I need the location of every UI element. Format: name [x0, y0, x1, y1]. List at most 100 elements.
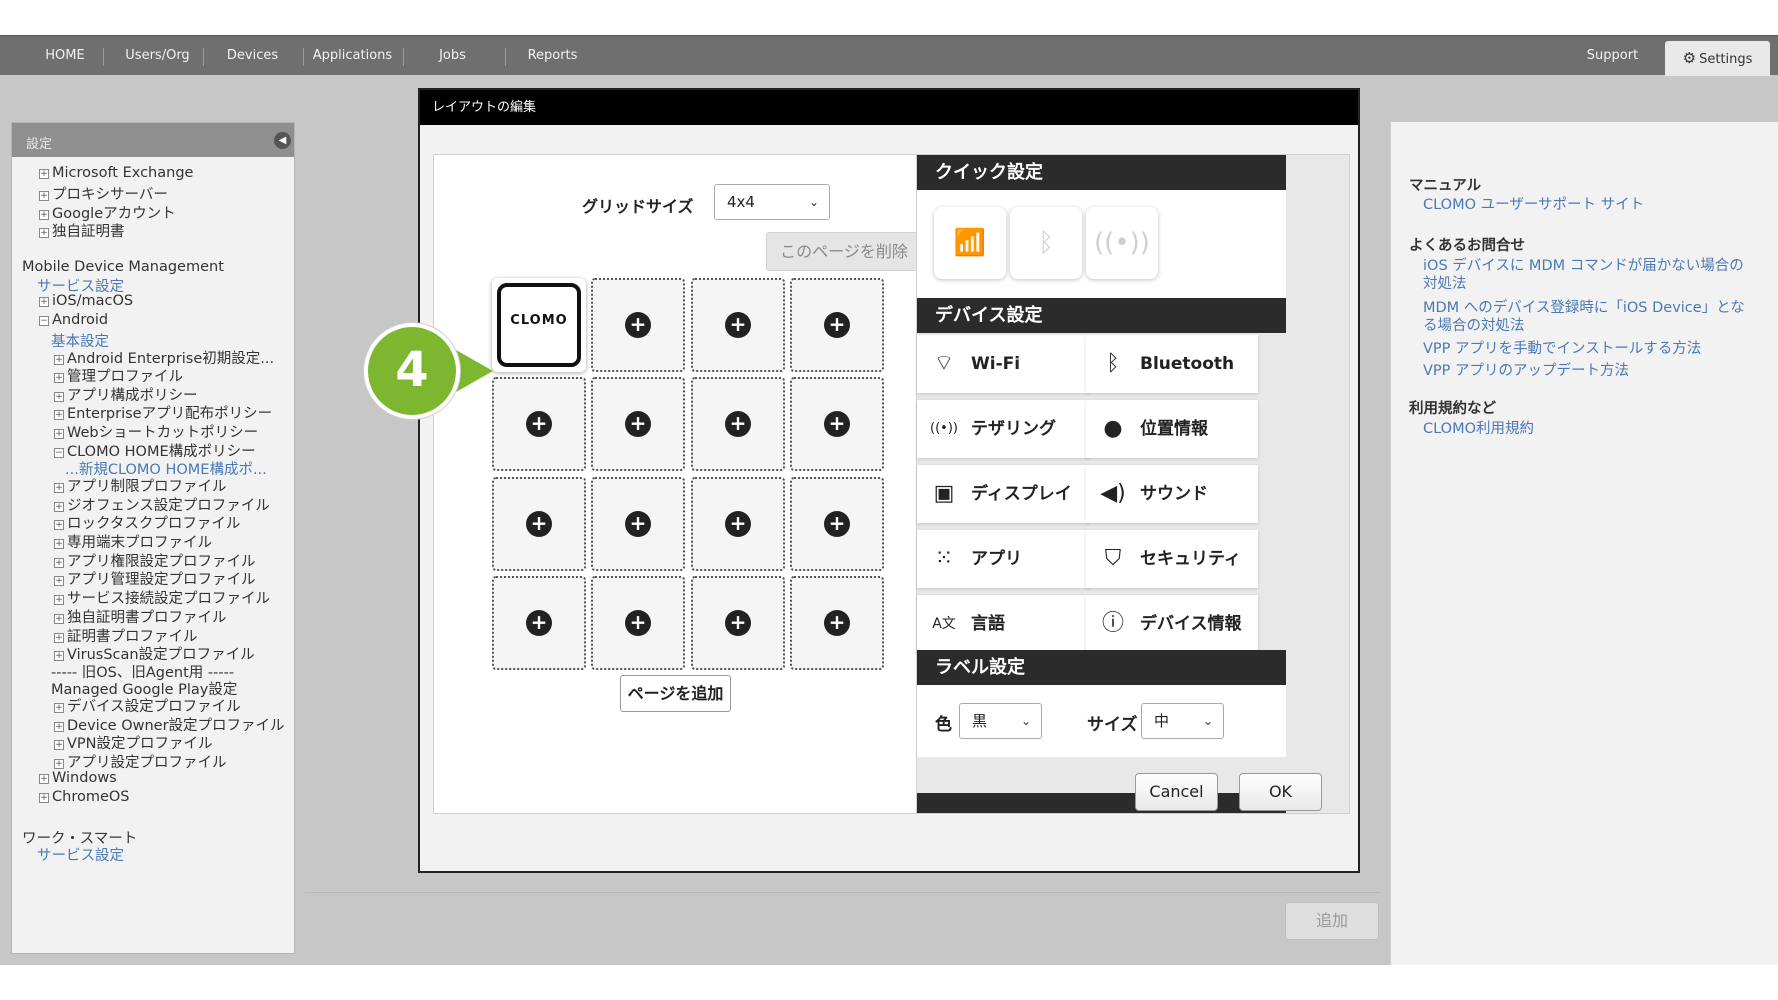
nav-devices[interactable]: Devices: [210, 36, 295, 76]
device-setting-location-button[interactable]: ● 位置情報: [1086, 400, 1258, 458]
manual-link[interactable]: CLOMO ユーザーサポート サイト: [1423, 196, 1753, 214]
label-size-select[interactable]: 中 ⌄: [1141, 703, 1224, 739]
sidebar-item[interactable]: + Webショートカットポリシー: [54, 421, 258, 442]
empty-grid-slot[interactable]: +: [591, 377, 685, 471]
expand-icon[interactable]: +: [54, 502, 64, 512]
expand-icon[interactable]: +: [54, 392, 64, 402]
device-setting-sound-button[interactable]: ◀) サウンド: [1086, 465, 1258, 523]
add-icon[interactable]: +: [725, 312, 751, 338]
device-setting-security-button[interactable]: ⛉ セキュリティ: [1086, 530, 1258, 588]
empty-grid-slot[interactable]: +: [790, 576, 884, 670]
empty-grid-slot[interactable]: +: [790, 477, 884, 571]
expand-icon[interactable]: +: [54, 429, 64, 439]
nav-applications[interactable]: Applications: [305, 36, 400, 76]
sidebar-item[interactable]: + iOS/macOS: [39, 293, 133, 309]
expand-icon[interactable]: +: [54, 703, 64, 713]
sidebar-item[interactable]: + 管理プロファイル: [54, 365, 183, 386]
sidebar-item[interactable]: + アプリ設定プロファイル: [54, 751, 227, 772]
device-setting-language-button[interactable]: A文 言語: [917, 595, 1089, 653]
empty-grid-slot[interactable]: +: [790, 377, 884, 471]
quick-bluetooth-tile[interactable]: ᛒ: [1010, 207, 1082, 279]
expand-icon[interactable]: +: [54, 759, 64, 769]
device-setting-apps-button[interactable]: ⁙ アプリ: [917, 530, 1089, 588]
sidebar-item[interactable]: + デバイス設定プロファイル: [54, 695, 241, 716]
sidebar-item[interactable]: + ロックタスクプロファイル: [54, 512, 240, 533]
add-icon[interactable]: +: [625, 610, 651, 636]
empty-grid-slot[interactable]: +: [691, 278, 785, 372]
empty-grid-slot[interactable]: +: [691, 377, 785, 471]
device-setting-tethering-button[interactable]: ((•)) テザリング: [917, 400, 1089, 458]
expand-icon[interactable]: +: [39, 169, 49, 179]
device-setting-wifi-button[interactable]: ⌔ Wi-Fi: [917, 335, 1089, 393]
expand-icon[interactable]: +: [54, 558, 64, 568]
quick-wifi-tile[interactable]: 📶: [934, 207, 1006, 279]
ok-button[interactable]: OK: [1239, 773, 1322, 811]
add-icon[interactable]: +: [625, 411, 651, 437]
expand-icon[interactable]: +: [54, 539, 64, 549]
expand-icon[interactable]: +: [54, 576, 64, 586]
device-setting-bluetooth-button[interactable]: ᛒ Bluetooth: [1086, 335, 1258, 393]
nav-users-org[interactable]: Users/Org: [110, 36, 205, 76]
sidebar-item[interactable]: + 独自証明書プロファイル: [54, 606, 227, 627]
add-page-button[interactable]: ページを追加: [620, 675, 731, 712]
quick-tethering-tile[interactable]: ((•)): [1086, 207, 1158, 279]
sidebar-item[interactable]: + サービス接続設定プロファイル: [54, 587, 270, 608]
sidebar-item[interactable]: + 独自証明書: [39, 220, 125, 241]
add-icon[interactable]: +: [725, 511, 751, 537]
sidebar-item[interactable]: + プロキシサーバー: [39, 183, 168, 204]
sidebar-item[interactable]: + Windows: [39, 770, 117, 786]
add-icon[interactable]: +: [824, 610, 850, 636]
add-icon[interactable]: +: [725, 411, 751, 437]
expand-icon[interactable]: +: [54, 410, 64, 420]
expand-icon[interactable]: +: [54, 740, 64, 750]
add-icon[interactable]: +: [526, 411, 552, 437]
nav-support[interactable]: Support: [1570, 36, 1655, 76]
empty-grid-slot[interactable]: +: [492, 377, 586, 471]
expand-icon[interactable]: +: [54, 722, 64, 732]
sidebar-item[interactable]: + Enterpriseアプリ配布ポリシー: [54, 402, 272, 423]
device-setting-info-button[interactable]: ⓘ デバイス情報: [1086, 595, 1258, 653]
clomo-app-tile[interactable]: CLOMO: [492, 278, 586, 372]
empty-grid-slot[interactable]: +: [591, 576, 685, 670]
expand-icon[interactable]: +: [39, 210, 49, 220]
cancel-button[interactable]: Cancel: [1135, 773, 1218, 811]
empty-grid-slot[interactable]: +: [492, 477, 586, 571]
faq-link[interactable]: iOS デバイスに MDM コマンドが届かない場合の対処法: [1423, 257, 1753, 293]
expand-icon[interactable]: +: [54, 373, 64, 383]
collapse-icon[interactable]: −: [54, 448, 64, 458]
faq-link[interactable]: MDM へのデバイス登録時に「iOS Device」となる場合の対処法: [1423, 299, 1753, 335]
expand-icon[interactable]: +: [54, 651, 64, 661]
terms-link[interactable]: CLOMO利用規約: [1423, 420, 1753, 438]
add-icon[interactable]: +: [526, 511, 552, 537]
collapse-icon[interactable]: −: [39, 316, 49, 326]
expand-icon[interactable]: +: [54, 595, 64, 605]
faq-link[interactable]: VPP アプリを手動でインストールする方法: [1423, 340, 1753, 358]
sidebar-item[interactable]: + アプリ制限プロファイル: [54, 475, 227, 496]
expand-icon[interactable]: +: [54, 633, 64, 643]
empty-grid-slot[interactable]: +: [591, 278, 685, 372]
delete-page-button[interactable]: このページを削除: [766, 232, 922, 271]
grid-size-select[interactable]: 4x4 ⌄: [714, 184, 830, 220]
sidebar-item[interactable]: − Android: [39, 312, 108, 328]
nav-jobs[interactable]: Jobs: [410, 36, 495, 76]
sidebar-item[interactable]: サービス設定: [37, 844, 124, 865]
sidebar-item[interactable]: + Microsoft Exchange: [39, 165, 193, 181]
device-setting-display-button[interactable]: ▣ ディスプレイ: [917, 465, 1089, 523]
expand-icon[interactable]: +: [39, 793, 49, 803]
expand-icon[interactable]: +: [39, 297, 49, 307]
collapse-sidebar-icon[interactable]: ◀: [274, 132, 291, 149]
sidebar-item[interactable]: + VPN設定プロファイル: [54, 732, 213, 753]
expand-icon[interactable]: +: [39, 228, 49, 238]
add-icon[interactable]: +: [526, 610, 552, 636]
empty-grid-slot[interactable]: +: [492, 576, 586, 670]
expand-icon[interactable]: +: [54, 614, 64, 624]
expand-icon[interactable]: +: [54, 355, 64, 365]
sidebar-item[interactable]: + ChromeOS: [39, 789, 130, 805]
nav-reports[interactable]: Reports: [510, 36, 595, 76]
add-icon[interactable]: +: [725, 610, 751, 636]
add-icon[interactable]: +: [824, 312, 850, 338]
nav-home[interactable]: HOME: [25, 36, 105, 76]
expand-icon[interactable]: +: [54, 520, 64, 530]
add-icon[interactable]: +: [625, 312, 651, 338]
faq-link[interactable]: VPP アプリのアップデート方法: [1423, 362, 1753, 380]
